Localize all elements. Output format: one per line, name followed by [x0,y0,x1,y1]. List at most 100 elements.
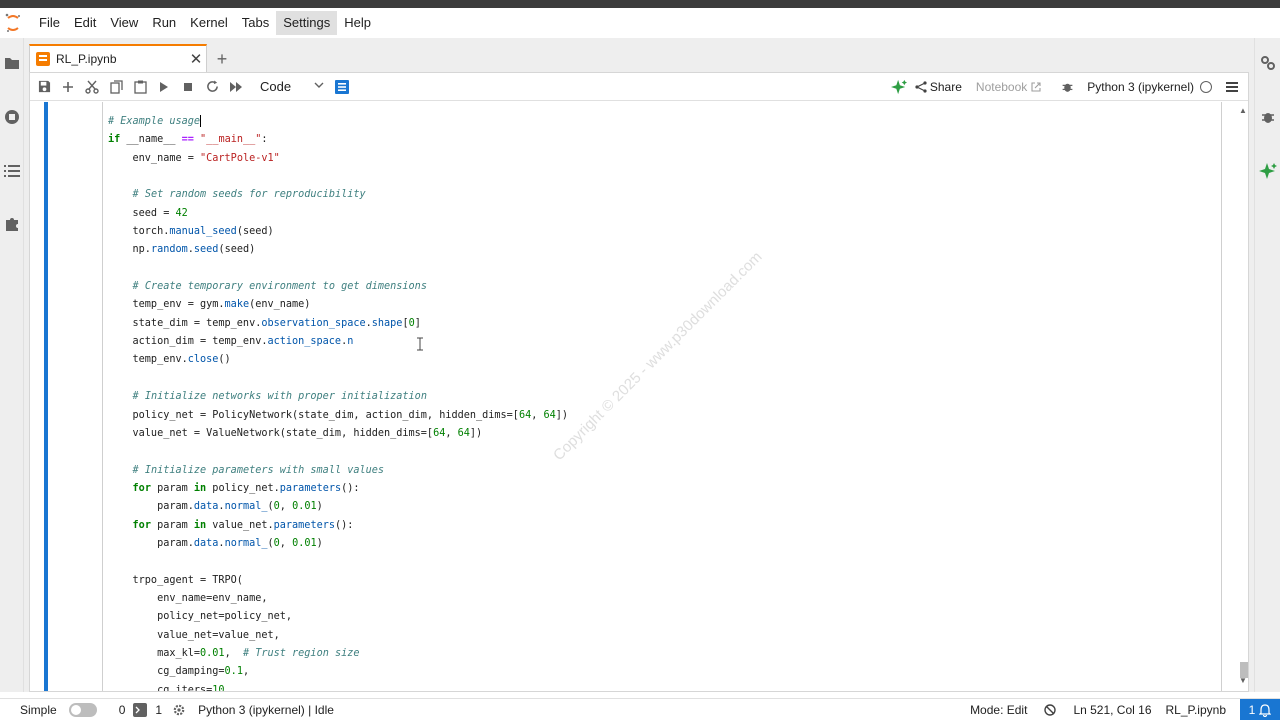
menu-file[interactable]: File [32,11,67,35]
code-line: trpo_agent = TRPO( [108,574,243,586]
notebook-icon [36,52,50,66]
extensions-icon[interactable] [3,215,21,233]
running-kernels-icon[interactable] [3,108,21,126]
kernel-count[interactable]: 1 [155,703,162,717]
table-of-contents-icon[interactable] [3,162,21,180]
debugger-toggle-button[interactable] [1055,75,1079,99]
tab-bar: RL_P.ipynb ✕ + [29,44,235,72]
folder-icon[interactable] [3,54,21,72]
property-inspector-icon[interactable] [1259,54,1277,72]
code-line: # Set random seeds for reproducibility [132,189,366,201]
code-editor[interactable]: # Example usage if __name__ == "__main__"… [102,102,1222,691]
kernel-gear-icon[interactable] [172,703,186,717]
settings-shield-icon[interactable] [1043,703,1057,717]
menu-kernel[interactable]: Kernel [183,11,235,35]
share-label: Share [929,80,962,94]
code-line: value_net=value_net, [108,629,280,641]
share-button[interactable]: Share [915,80,962,94]
jupyter-logo-icon [2,11,24,35]
insert-cell-button[interactable] [56,75,80,99]
cell-area: # Example usage if __name__ == "__main__"… [30,102,1248,691]
scroll-down-icon[interactable]: ▼ [1239,676,1247,685]
kernel-status[interactable]: Python 3 (ipykernel) | Idle [198,703,334,717]
editor-mode: Mode: Edit [970,703,1028,717]
code-line: for param in value_net.parameters(): [132,519,354,531]
document-list-icon [335,79,349,94]
ai-assistant-icon[interactable] [1259,162,1277,180]
notebook-panel: Code Share Notebook Python 3 (ipykernel)… [29,72,1249,692]
restart-run-all-button[interactable] [224,75,248,99]
code-line: param.data.normal_(0, 0.01) [108,537,323,549]
left-sidebar [0,38,24,692]
code-line: env_name=env_name, [108,592,268,604]
interrupt-button[interactable] [176,75,200,99]
save-button[interactable] [32,75,56,99]
simple-mode-toggle[interactable] [68,702,97,717]
menu-view[interactable]: View [103,11,145,35]
ai-sparkle-button[interactable] [887,75,911,99]
code-line: # Initialize parameters with small value… [132,464,385,476]
tab-label: RL_P.ipynb [56,52,117,66]
scissors-icon [85,80,99,94]
code-line: for param in policy_net.parameters(): [132,482,360,494]
fast-forward-icon [230,81,242,92]
more-menu-button[interactable] [1220,75,1244,99]
menu-bar: File Edit View Run Kernel Tabs Settings … [0,8,1280,38]
copy-button[interactable] [104,75,128,99]
new-tab-button[interactable]: + [209,46,235,72]
external-link-icon [1031,82,1041,92]
close-icon[interactable]: ✕ [186,50,206,68]
copy-icon [109,79,123,94]
status-bar: Simple 0 1 Python 3 (ipykernel) | Idle M… [0,698,1280,720]
code-line: # Initialize networks with proper initia… [132,391,427,403]
notebook-link-label: Notebook [975,80,1028,94]
vertical-scrollbar[interactable]: ▲ ▼ [1238,102,1248,691]
menu-tabs[interactable]: Tabs [235,11,276,35]
refresh-icon [206,80,218,92]
code-line: state_dim = temp_env.observation_space.s… [108,317,421,329]
menu-help[interactable]: Help [337,11,378,35]
hamburger-icon [1226,82,1238,92]
menu-run[interactable]: Run [145,11,183,35]
plus-icon [63,81,73,92]
code-line: max_kl=0.01, # Trust region size [108,647,360,659]
toolbar-right: Share Notebook Python 3 (ipykernel) [887,73,1248,101]
paste-button[interactable] [128,75,152,99]
debugger-icon[interactable] [1259,108,1277,126]
open-notebook-link[interactable]: Notebook [976,80,1041,94]
run-button[interactable] [152,75,176,99]
code-line: cg_damping=0.1, [108,666,250,678]
tab-notebook[interactable]: RL_P.ipynb ✕ [29,44,207,72]
main-area: RL_P.ipynb ✕ + Code Share Notebook Pytho… [24,38,1254,692]
terminal-icon[interactable] [133,702,148,717]
status-right: Mode: Edit Ln 521, Col 16 RL_P.ipynb 1 [966,699,1280,720]
scroll-up-icon[interactable]: ▲ [1239,106,1247,115]
share-icon [915,81,927,93]
terminal-count[interactable]: 0 [119,703,126,717]
stop-icon [184,82,192,91]
notifications-button[interactable]: 1 [1240,699,1280,720]
menu-settings[interactable]: Settings [276,11,338,35]
restart-button[interactable] [200,75,224,99]
code-line: temp_env.close() [108,354,231,366]
cursor-position[interactable]: Ln 521, Col 16 [1073,703,1151,717]
code-line: policy_net = PolicyNetwork(state_dim, ac… [108,409,569,421]
active-cell-indicator[interactable] [44,102,48,691]
cut-button[interactable] [80,75,104,99]
status-filename: RL_P.ipynb [1165,703,1227,717]
toggle-toc-button[interactable] [330,75,354,99]
play-icon [160,81,168,92]
cell-type-select[interactable]: Code [256,76,324,98]
menu-edit[interactable]: Edit [67,11,103,35]
code-line: param.data.normal_(0, 0.01) [108,501,323,513]
code-line: value_net = ValueNetwork(state_dim, hidd… [108,427,483,439]
code-line: # Example usage [108,115,202,127]
code-line: env_name = "CartPole-v1" [108,152,280,164]
kernel-name[interactable]: Python 3 (ipykernel) [1087,80,1194,94]
code-line: temp_env = gym.make(env_name) [108,299,311,311]
simple-mode-label: Simple [20,702,57,717]
